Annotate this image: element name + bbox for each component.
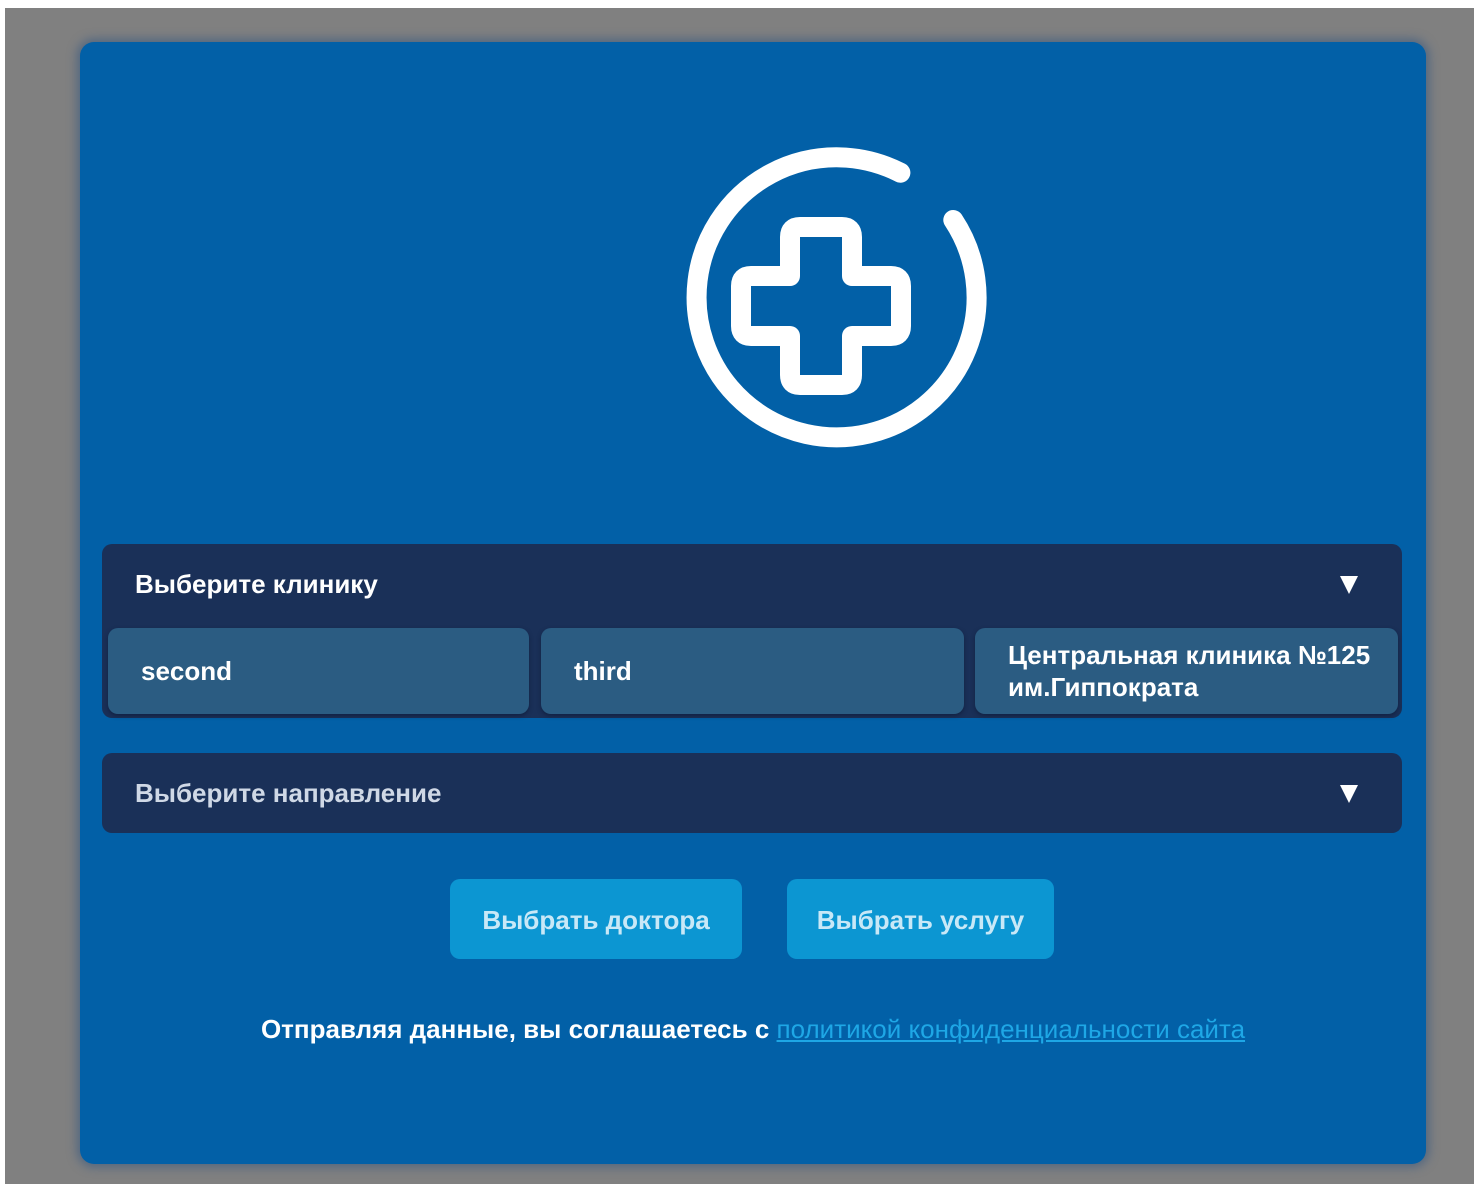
clinic-option-second[interactable]: second [108, 628, 529, 714]
clinic-options-list: second third Центральная клиника №125 им… [108, 628, 1398, 714]
clinic-option-third[interactable]: third [541, 628, 964, 714]
privacy-policy-link[interactable]: политикой конфиденциальности сайта [777, 1014, 1245, 1044]
choose-service-button[interactable]: Выбрать услугу [787, 879, 1054, 959]
appointment-form-card: Выберите клинику second third Центральна… [80, 42, 1426, 1164]
direction-select[interactable]: Выберите направление [102, 753, 1402, 833]
clinic-select-toggle[interactable]: Выберите клинику [102, 544, 1402, 624]
clinic-option-label: third [574, 656, 632, 686]
clinic-select: Выберите клинику second third Центральна… [102, 544, 1402, 718]
direction-select-toggle[interactable]: Выберите направление [102, 753, 1402, 833]
privacy-consent-text: Отправляя данные, вы соглашаетесь с поли… [80, 1014, 1426, 1045]
consent-text: Отправляя данные, вы соглашаетесь с [260, 1014, 770, 1044]
chevron-down-icon[interactable] [1340, 785, 1358, 803]
clinic-option-label: second [141, 656, 233, 686]
clinic-select-label: Выберите клинику [135, 569, 378, 599]
clinic-option-label: Центральная клиника №125 им.Гиппократа [1008, 640, 1371, 702]
clinic-option-central[interactable]: Центральная клиника №125 им.Гиппократа [975, 628, 1398, 714]
medical-cross-icon [686, 147, 987, 448]
chevron-down-icon[interactable] [1340, 576, 1358, 594]
direction-select-label: Выберите направление [135, 778, 442, 808]
choose-doctor-button[interactable]: Выбрать доктора [450, 879, 742, 959]
